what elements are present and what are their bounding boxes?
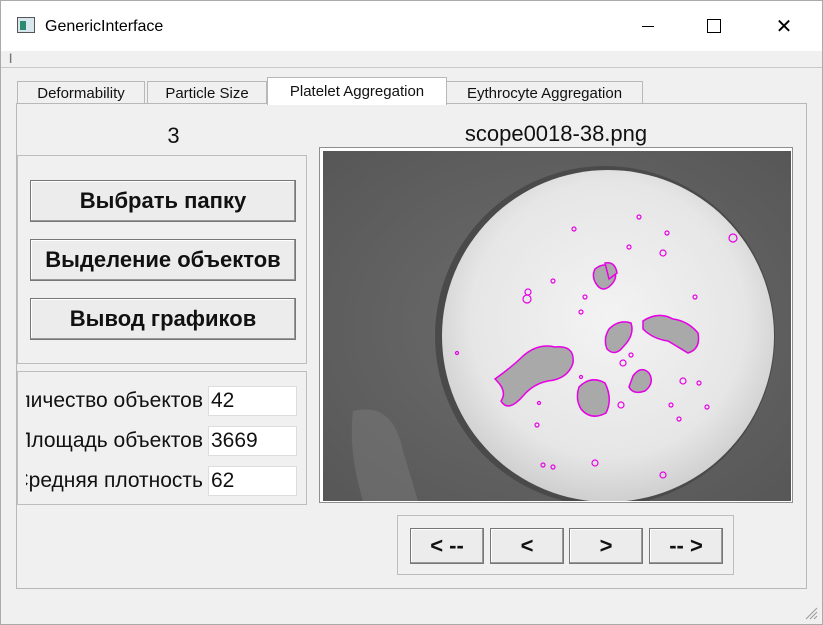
divider [1,67,822,68]
actions-group: Выбрать папку Выделение объектов Вывод г… [17,155,307,364]
object-count-label: Количество объектов [26,389,203,412]
object-count-field[interactable]: 42 [208,386,297,416]
tab-deformability[interactable]: Deformability [17,81,145,104]
microscope-image [323,151,791,501]
maximize-icon [707,19,721,33]
object-area-field[interactable]: 3669 [208,426,297,456]
app-icon [17,17,35,33]
image-filename: scope0018-38.png [464,121,648,146]
stats-group: Количество объектов 42 Площадь объектов … [17,371,307,505]
select-folder-button[interactable]: Выбрать папку [30,180,296,222]
object-area-label: Площадь объектов [26,429,203,452]
image-viewer[interactable] [319,147,793,503]
main-window: GenericInterface ✕ || Deformability Part… [0,0,823,625]
next-image-button[interactable]: > [569,528,643,564]
first-image-button[interactable]: < -- [410,528,484,564]
maximize-button[interactable] [691,1,737,51]
tab-platelet-aggregation[interactable]: Platelet Aggregation [267,77,447,105]
last-image-button[interactable]: -- > [649,528,723,564]
minimize-icon [642,25,654,27]
close-button[interactable]: ✕ [761,1,807,51]
title-bar: GenericInterface ✕ [1,1,822,51]
toolbar-grip-icon[interactable]: || [9,53,13,64]
output-charts-button[interactable]: Вывод графиков [30,298,296,340]
tab-eythrocyte-aggregation[interactable]: Eythrocyte Aggregation [446,81,643,104]
mean-density-label: Средняя плотность [26,469,203,492]
minimize-button[interactable] [625,1,671,51]
tab-particle-size[interactable]: Particle Size [147,81,267,104]
window-title: GenericInterface [45,18,164,35]
navigation-group: < -- < > -- > [397,515,734,575]
prev-image-button[interactable]: < [490,528,564,564]
close-icon: ✕ [775,15,793,38]
image-counter: 3 [167,123,180,148]
mean-density-field[interactable]: 62 [208,466,297,496]
resize-grip-icon[interactable] [804,606,818,620]
select-objects-button[interactable]: Выделение объектов [30,239,296,281]
